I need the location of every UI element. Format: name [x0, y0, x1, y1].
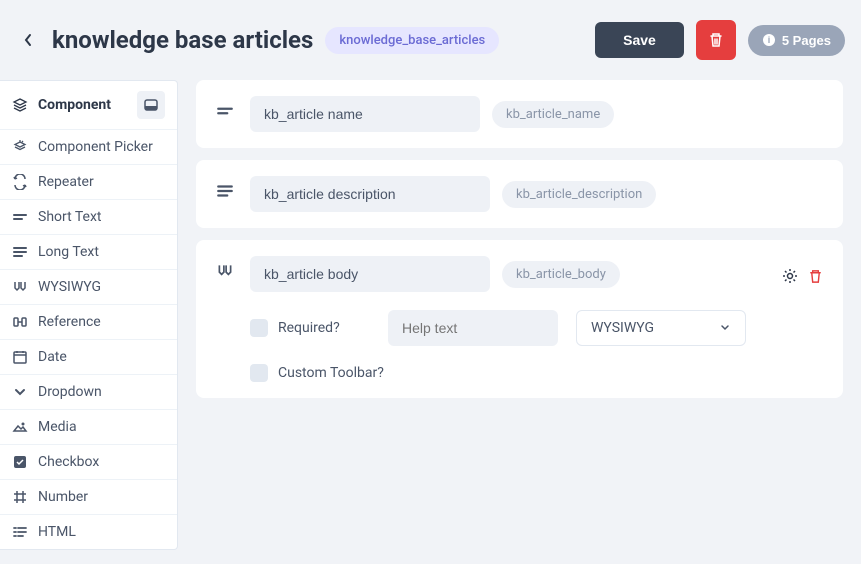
repeater-icon [12, 174, 28, 190]
sidebar-panel-toggle[interactable] [137, 91, 165, 119]
dropdown-icon [12, 384, 28, 400]
field-name-input[interactable] [250, 256, 490, 292]
info-icon: i [762, 33, 776, 47]
trash-icon [708, 32, 724, 48]
html-icon [12, 524, 28, 540]
required-label: Required? [278, 320, 340, 336]
sidebar-item-html[interactable]: HTML [0, 515, 177, 549]
sidebar-item-label: Long Text [38, 244, 99, 260]
delete-button[interactable] [696, 20, 736, 60]
chevron-left-icon [23, 33, 33, 47]
field-delete-button[interactable] [808, 269, 823, 284]
chevron-down-icon [719, 322, 731, 334]
save-button[interactable]: Save [595, 22, 684, 58]
field-settings-button[interactable] [782, 268, 798, 284]
short-text-icon [216, 102, 234, 120]
trash-icon [808, 269, 823, 284]
sidebar-item-label: Repeater [38, 174, 94, 190]
short-text-icon [12, 209, 28, 225]
reference-icon [12, 314, 28, 330]
sidebar-item-wysiwyg[interactable]: WYSIWYG [0, 270, 177, 305]
sidebar-item-number[interactable]: Number [0, 480, 177, 515]
svg-text:i: i [768, 35, 771, 45]
field-slug-badge: kb_article_description [502, 181, 656, 208]
sidebar-item-date[interactable]: Date [0, 340, 177, 375]
sidebar-item-label: HTML [38, 524, 76, 540]
sidebar-item-label: Reference [38, 314, 101, 330]
sidebar-item-label: Short Text [38, 209, 102, 225]
custom-toolbar-label: Custom Toolbar? [278, 365, 384, 381]
date-icon [12, 349, 28, 365]
sidebar-item-label: Dropdown [38, 384, 102, 400]
field-type-select[interactable]: WYSIWYG [576, 310, 746, 346]
sidebar-item-label: Component Picker [38, 139, 153, 155]
sidebar-item-label: Media [38, 419, 77, 435]
field-types-sidebar: Component Component Picker Repeater Shor… [0, 80, 178, 550]
field-card: kb_article_name [196, 80, 843, 148]
help-text-input[interactable] [388, 310, 558, 346]
custom-toolbar-checkbox[interactable] [250, 364, 268, 382]
long-text-icon [216, 182, 234, 200]
required-checkbox[interactable] [250, 319, 268, 337]
panel-icon [144, 99, 158, 111]
page-title: knowledge base articles [52, 26, 313, 54]
field-card: kb_article_description [196, 160, 843, 228]
long-text-icon [12, 244, 28, 260]
field-card-expanded: kb_article_body [196, 240, 843, 398]
pages-button[interactable]: i 5 Pages [748, 25, 845, 56]
checkbox-icon [12, 454, 28, 470]
sidebar-item-label: WYSIWYG [38, 279, 101, 295]
sidebar-item-long-text[interactable]: Long Text [0, 235, 177, 270]
sidebar-item-repeater[interactable]: Repeater [0, 165, 177, 200]
back-button[interactable] [16, 28, 40, 52]
sidebar-item-checkbox[interactable]: Checkbox [0, 445, 177, 480]
media-icon [12, 419, 28, 435]
sidebar-item-reference[interactable]: Reference [0, 305, 177, 340]
field-name-input[interactable] [250, 96, 480, 132]
gear-icon [782, 268, 798, 284]
sidebar-header: Component [0, 81, 177, 130]
sidebar-item-label: Number [38, 489, 88, 505]
component-picker-icon [12, 139, 28, 155]
sidebar-item-dropdown[interactable]: Dropdown [0, 375, 177, 410]
sidebar-item-short-text[interactable]: Short Text [0, 200, 177, 235]
number-icon [12, 489, 28, 505]
collection-slug-badge: knowledge_base_articles [325, 27, 499, 54]
wysiwyg-icon [12, 279, 28, 295]
field-name-input[interactable] [250, 176, 490, 212]
layers-icon [12, 97, 28, 113]
sidebar-item-label: Date [38, 349, 67, 365]
sidebar-item-media[interactable]: Media [0, 410, 177, 445]
wysiwyg-icon [216, 262, 234, 280]
sidebar-item-label: Checkbox [38, 454, 99, 470]
field-slug-badge: kb_article_name [492, 101, 614, 128]
field-slug-badge: kb_article_body [502, 261, 620, 288]
sidebar-item-component-picker[interactable]: Component Picker [0, 130, 177, 165]
